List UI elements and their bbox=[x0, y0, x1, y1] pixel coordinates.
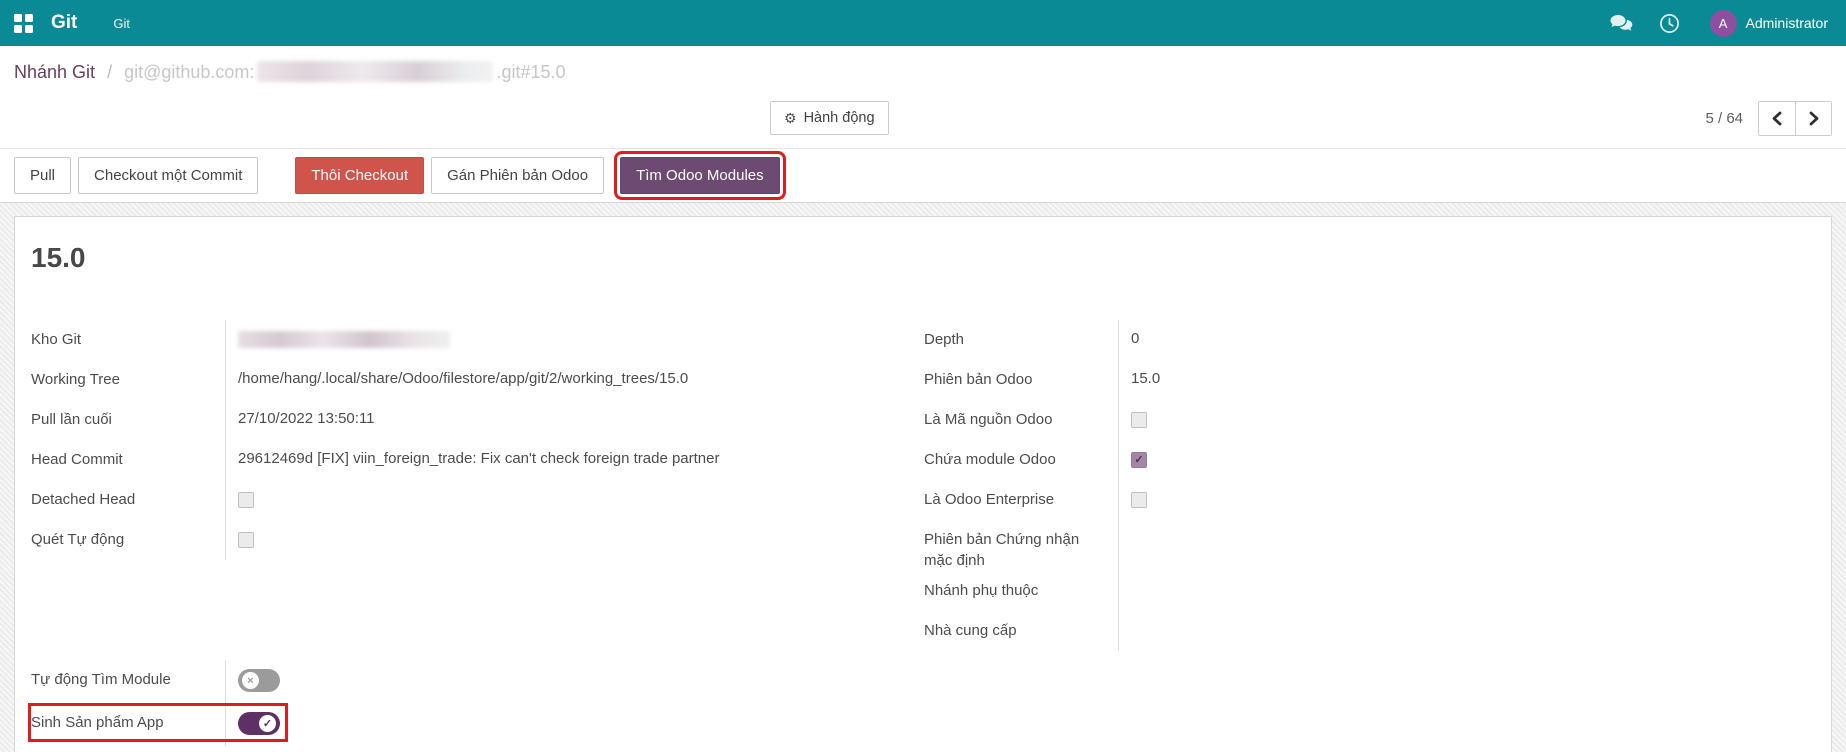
find-odoo-modules-button[interactable]: Tìm Odoo Modules bbox=[614, 151, 786, 200]
field-row-is-odoo-source: Là Mã nguồn Odoo ✓ bbox=[924, 400, 1815, 440]
field-row-auto-find-module: Tự động Tìm Module × bbox=[31, 660, 908, 703]
field-label: Quét Tự động bbox=[31, 531, 125, 548]
blurred-repo-value bbox=[238, 331, 450, 348]
pager-count: 5 / 64 bbox=[1705, 110, 1743, 127]
stop-checkout-button[interactable]: Thôi Checkout bbox=[295, 157, 425, 194]
is-odoo-source-checkbox[interactable]: ✓ bbox=[1131, 412, 1147, 428]
field-label: Pull lần cuối bbox=[31, 411, 112, 428]
form-sheet: 15.0 Kho Git Working Tree /home/hang/.lo… bbox=[14, 216, 1832, 752]
field-label: Nhánh phụ thuộc bbox=[924, 582, 1039, 599]
control-panel-row: ⚙ Hành động 5 / 64 bbox=[0, 90, 1846, 148]
field-row-kho-git: Kho Git bbox=[31, 320, 908, 360]
field-value: 15.0 bbox=[1118, 360, 1815, 400]
breadcrumb-repo-prefix: git@github.com: bbox=[124, 62, 255, 82]
menu-item-git[interactable]: Git bbox=[113, 16, 130, 31]
field-label: Working Tree bbox=[31, 371, 120, 388]
field-value: 0 bbox=[1118, 320, 1815, 360]
field-value-empty bbox=[1118, 611, 1815, 651]
is-odoo-enterprise-checkbox[interactable]: ✓ bbox=[1131, 492, 1147, 508]
field-row-last-pull: Pull lần cuối 27/10/2022 13:50:11 bbox=[31, 400, 908, 440]
field-label: Tự động Tìm Module bbox=[31, 671, 171, 688]
field-row-working-tree: Working Tree /home/hang/.local/share/Odo… bbox=[31, 360, 908, 400]
field-row-auto-scan: Quét Tự động ✓ bbox=[31, 520, 908, 560]
pager: 5 / 64 bbox=[1705, 101, 1832, 136]
toggle-knob-check-icon: ✓ bbox=[259, 715, 276, 732]
field-value: 29612469d [FIX] viin_foreign_trade: Fix … bbox=[225, 440, 908, 480]
pager-previous-button[interactable] bbox=[1759, 102, 1795, 135]
field-row-is-odoo-enterprise: Là Odoo Enterprise ✓ bbox=[924, 480, 1815, 520]
topbar: Git Git A Administrator bbox=[0, 0, 1846, 46]
field-label: Chứa module Odoo bbox=[924, 451, 1056, 468]
auto-scan-checkbox[interactable]: ✓ bbox=[238, 532, 254, 548]
field-row-head-commit: Head Commit 29612469d [FIX] viin_foreign… bbox=[31, 440, 908, 480]
field-value: /home/hang/.local/share/Odoo/filestore/a… bbox=[225, 360, 908, 400]
field-value: 27/10/2022 13:50:11 bbox=[225, 400, 908, 440]
chat-icon[interactable] bbox=[1610, 14, 1633, 33]
user-name[interactable]: Administrator bbox=[1746, 15, 1828, 31]
field-row-default-cert-version: Phiên bản Chứng nhận mặc định bbox=[924, 520, 1815, 571]
field-group-left: Kho Git Working Tree /home/hang/.local/s… bbox=[28, 320, 908, 746]
field-label: Nhà cung cấp bbox=[924, 622, 1017, 639]
field-label: Phiên bản Chứng nhận mặc định bbox=[924, 531, 1080, 569]
breadcrumb: Nhánh Git / git@github.com: .git#15.0 bbox=[0, 46, 1846, 90]
field-row-generate-app-product: Sinh Sản phẩm App ✓ bbox=[28, 703, 908, 746]
gear-icon: ⚙ bbox=[784, 110, 797, 126]
field-grid: Kho Git Working Tree /home/hang/.local/s… bbox=[28, 320, 1815, 746]
field-group-right: Depth 0 Phiên bản Odoo 15.0 Là Mã nguồn … bbox=[924, 320, 1815, 746]
breadcrumb-blurred-repo bbox=[257, 61, 494, 82]
toggle-knob-x-icon: × bbox=[242, 672, 259, 689]
pager-next-button[interactable] bbox=[1795, 102, 1831, 135]
breadcrumb-separator: / bbox=[107, 62, 113, 82]
action-menu-label: Hành động bbox=[803, 110, 875, 126]
action-menu-button[interactable]: ⚙ Hành động bbox=[770, 101, 889, 135]
user-avatar[interactable]: A bbox=[1709, 9, 1737, 37]
checkout-commit-button[interactable]: Checkout một Commit bbox=[78, 157, 259, 194]
field-row-dependent-branch: Nhánh phụ thuộc bbox=[924, 571, 1815, 611]
topbar-right: A Administrator bbox=[1584, 9, 1828, 37]
assign-odoo-version-button[interactable]: Gán Phiên bản Odoo bbox=[431, 157, 605, 194]
field-row-vendor: Nhà cung cấp bbox=[924, 611, 1815, 651]
form-background: 15.0 Kho Git Working Tree /home/hang/.lo… bbox=[0, 203, 1846, 752]
generate-app-product-toggle[interactable]: ✓ bbox=[238, 712, 280, 735]
contains-odoo-module-checkbox[interactable]: ✓ bbox=[1131, 452, 1147, 468]
field-label: Head Commit bbox=[31, 451, 123, 468]
field-label: Kho Git bbox=[31, 331, 82, 348]
field-value-empty bbox=[1118, 520, 1815, 571]
auto-find-module-toggle[interactable]: × bbox=[238, 669, 280, 692]
field-row-odoo-version: Phiên bản Odoo 15.0 bbox=[924, 360, 1815, 400]
record-title: 15.0 bbox=[31, 242, 86, 273]
app-brand[interactable]: Git bbox=[51, 12, 77, 34]
breadcrumb-parent-link[interactable]: Nhánh Git bbox=[14, 62, 95, 82]
field-value-empty bbox=[1118, 571, 1815, 611]
field-label: Là Odoo Enterprise bbox=[924, 491, 1055, 508]
field-label: Detached Head bbox=[31, 491, 136, 508]
pager-buttons bbox=[1758, 101, 1832, 136]
field-label: Là Mã nguồn Odoo bbox=[924, 411, 1053, 428]
field-row-depth: Depth 0 bbox=[924, 320, 1815, 360]
clock-activities-icon[interactable] bbox=[1659, 13, 1680, 34]
detached-head-checkbox[interactable]: ✓ bbox=[238, 492, 254, 508]
field-row-contains-odoo-module: Chứa module Odoo ✓ bbox=[924, 440, 1815, 480]
field-label: Phiên bản Odoo bbox=[924, 371, 1033, 388]
breadcrumb-repo-suffix: .git#15.0 bbox=[496, 62, 566, 82]
pull-button[interactable]: Pull bbox=[14, 157, 72, 194]
statusbar: Pull Checkout một Commit Thôi Checkout G… bbox=[0, 148, 1846, 203]
apps-grid-icon[interactable] bbox=[14, 13, 33, 33]
field-row-detached-head: Detached Head ✓ bbox=[31, 480, 908, 520]
field-label: Sinh Sản phẩm App bbox=[31, 714, 164, 731]
field-label: Depth bbox=[924, 331, 965, 348]
